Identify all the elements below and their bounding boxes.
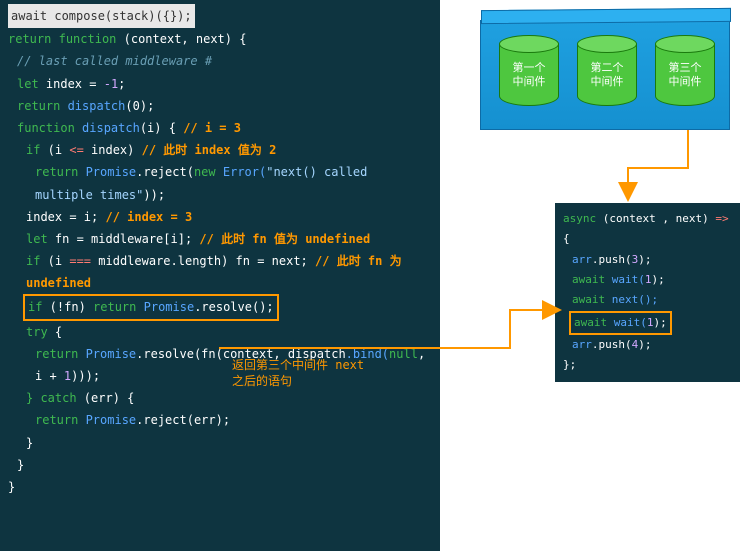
code-line: }	[8, 454, 432, 476]
container-lid	[481, 8, 731, 24]
cylinder-label: 第一个中间件	[499, 61, 559, 90]
code-title: await compose(stack)({});	[8, 4, 195, 28]
code-line: return Promise.reject(new Error("next() …	[8, 161, 432, 205]
code-line: let index = -1;	[8, 73, 432, 95]
code-line: }	[8, 432, 432, 454]
main-code-block: await compose(stack)({}); return functio…	[0, 0, 440, 551]
code-line: index = i; // index = 3	[8, 206, 432, 228]
code-line: }	[8, 476, 432, 498]
annotation-text: 返回第三个中间件 next之后的语句	[232, 358, 432, 389]
middleware-cylinder-1: 第一个中间件	[499, 35, 559, 115]
code-line: arr.push(4);	[563, 335, 732, 355]
code-line: async (context , next) => {	[563, 209, 732, 250]
code-line: return function (context, next) {	[8, 28, 432, 50]
middleware-cylinder-2: 第二个中间件	[577, 35, 637, 115]
highlighted-line: if (!fn) return Promise.resolve();	[8, 294, 432, 320]
code-line: try {	[8, 321, 432, 343]
code-line: return Promise.reject(err);	[8, 409, 432, 431]
code-line: return dispatch(0);	[8, 95, 432, 117]
middleware-cylinder-3: 第三个中间件	[655, 35, 715, 115]
code-line: function dispatch(i) { // i = 3	[8, 117, 432, 139]
code-line: await wait(1);	[563, 270, 732, 290]
cylinder-label: 第三个中间件	[655, 61, 715, 90]
async-code-block: async (context , next) => { arr.push(3);…	[555, 203, 740, 382]
cylinder-label: 第二个中间件	[577, 61, 637, 90]
code-line: };	[563, 355, 732, 375]
code-line: arr.push(3);	[563, 250, 732, 270]
code-line: if (i <= index) // 此时 index 值为 2	[8, 139, 432, 161]
highlighted-line: await wait(1);	[563, 311, 732, 335]
code-line: if (i === middleware.length) fn = next; …	[8, 250, 432, 294]
code-line: let fn = middleware[i]; // 此时 fn 值为 unde…	[8, 228, 432, 250]
code-line: await next();	[563, 290, 732, 310]
code-comment: // last called middleware #	[8, 50, 432, 72]
middleware-container: 第一个中间件 第二个中间件 第三个中间件	[480, 20, 730, 130]
code-line: } catch (err) {	[8, 387, 432, 409]
